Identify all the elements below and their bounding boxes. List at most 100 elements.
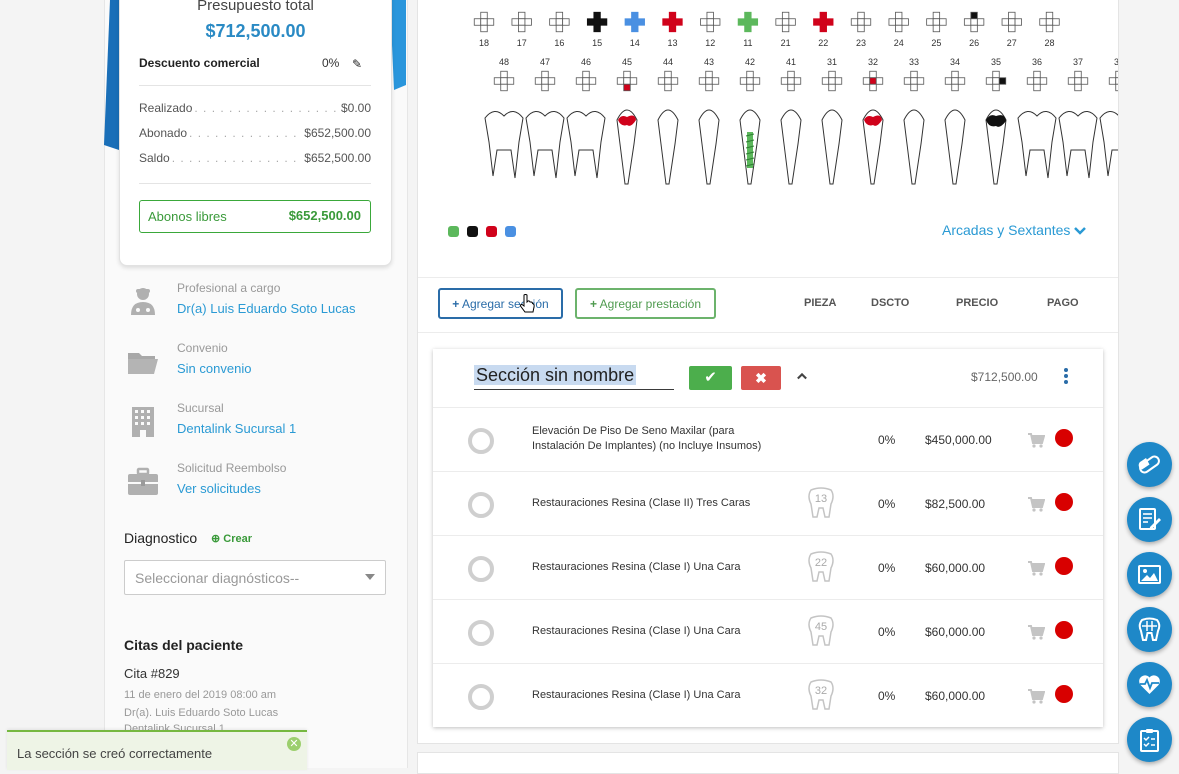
tooth-face[interactable]	[932, 11, 941, 20]
tooth-cell[interactable]	[944, 70, 966, 92]
tooth-cell[interactable]	[903, 70, 925, 92]
tooth-face[interactable]	[555, 18, 564, 26]
tooth-cell[interactable]	[1026, 70, 1048, 92]
tooth-face[interactable]	[524, 18, 532, 26]
tooth-face[interactable]	[781, 11, 790, 20]
tooth-face[interactable]	[582, 83, 590, 92]
fab-checklist[interactable]	[1127, 717, 1172, 762]
tooth-face[interactable]	[631, 24, 639, 33]
tooth-face[interactable]	[932, 18, 941, 26]
tooth-face[interactable]	[992, 83, 1000, 92]
close-icon[interactable]: ✕	[287, 737, 301, 751]
tooth-cell[interactable]	[1067, 70, 1089, 92]
tooth-face[interactable]	[903, 77, 912, 85]
tooth-face[interactable]	[1026, 77, 1035, 85]
tooth-face[interactable]	[1045, 24, 1054, 33]
tooth-face[interactable]	[511, 18, 519, 26]
tooth-face[interactable]	[901, 18, 909, 26]
tooth-face[interactable]	[744, 24, 752, 33]
tooth-face[interactable]	[1033, 77, 1041, 85]
tooth-face[interactable]	[1115, 77, 1118, 85]
tooth-face[interactable]	[944, 77, 953, 85]
fab-medications[interactable]	[1127, 442, 1172, 487]
tooth-face[interactable]	[664, 77, 672, 85]
tooth-face[interactable]	[1008, 11, 1016, 20]
cart-icon[interactable]	[1027, 496, 1045, 512]
tooth-face[interactable]	[819, 24, 827, 33]
tooth-face[interactable]	[473, 18, 482, 26]
tooth-face[interactable]	[555, 24, 564, 33]
tooth-face[interactable]	[826, 18, 834, 26]
tooth-face[interactable]	[828, 70, 836, 79]
tooth-face[interactable]	[963, 18, 972, 26]
tooth-face[interactable]	[575, 77, 584, 85]
tooth-face[interactable]	[631, 11, 639, 20]
tooth-face[interactable]	[957, 77, 966, 85]
tooth-face[interactable]	[951, 83, 959, 92]
tooth-face[interactable]	[1108, 77, 1117, 85]
tooth-face[interactable]	[486, 18, 495, 26]
tooth-face[interactable]	[518, 24, 526, 33]
tooth-face[interactable]	[593, 24, 601, 33]
tooth-face[interactable]	[506, 77, 515, 85]
tooth-face[interactable]	[534, 77, 543, 85]
tooth-face[interactable]	[910, 83, 918, 92]
tooth-face[interactable]	[737, 18, 746, 26]
tooth-face[interactable]	[624, 18, 632, 26]
tooth-cell[interactable]	[624, 11, 645, 33]
tooth-face[interactable]	[992, 77, 1000, 85]
cart-icon[interactable]	[1027, 688, 1045, 704]
tooth-face[interactable]	[1074, 70, 1082, 79]
tooth-cell[interactable]	[780, 70, 802, 92]
tooth-face[interactable]	[781, 24, 790, 33]
tooth-face[interactable]	[998, 77, 1007, 85]
tooth-cell[interactable]	[700, 11, 721, 33]
add-prestacion-button[interactable]: + Agregar prestación	[575, 288, 716, 319]
tooth-face[interactable]	[875, 77, 884, 85]
tooth-face[interactable]	[951, 77, 959, 85]
tooth-face[interactable]	[869, 70, 877, 79]
tooth-face[interactable]	[668, 24, 677, 33]
tooth-face[interactable]	[664, 70, 672, 79]
tooth-face[interactable]	[670, 77, 679, 85]
tooth-cell[interactable]	[813, 11, 834, 33]
tooth-cell[interactable]	[698, 70, 720, 92]
tooth-face[interactable]	[1039, 18, 1047, 26]
tooth-face[interactable]	[1115, 70, 1118, 79]
tooth-face[interactable]	[788, 18, 796, 26]
sucursal-link[interactable]: Dentalink Sucursal 1	[177, 421, 296, 436]
tooth-cell[interactable]	[888, 11, 909, 33]
tooth-face[interactable]	[746, 70, 754, 79]
tooth-face[interactable]	[637, 18, 645, 26]
tooth-face[interactable]	[500, 83, 508, 92]
select-radio[interactable]	[468, 428, 494, 454]
tooth-cell[interactable]	[549, 11, 570, 33]
tooth-cell[interactable]	[739, 70, 761, 92]
tooth-cell[interactable]	[1108, 70, 1118, 92]
more-options-icon[interactable]	[1063, 368, 1069, 386]
select-radio[interactable]	[468, 620, 494, 646]
tooth-face[interactable]	[1074, 77, 1082, 85]
tooth-face[interactable]	[631, 18, 639, 26]
tooth-face[interactable]	[706, 18, 714, 26]
tooth-face[interactable]	[910, 70, 918, 79]
tooth-face[interactable]	[744, 11, 752, 20]
tooth-face[interactable]	[1052, 18, 1060, 26]
tooth-cell[interactable]	[1039, 11, 1060, 33]
pencil-icon[interactable]: ✎	[352, 57, 362, 71]
tooth-face[interactable]	[706, 11, 714, 20]
section-name-input[interactable]: Sección sin nombre	[474, 365, 674, 390]
fab-odontogram[interactable]	[1127, 607, 1172, 652]
crear-diagnostico-link[interactable]: ⊕ Crear	[211, 532, 252, 545]
tooth-face[interactable]	[586, 18, 595, 26]
tooth-face[interactable]	[623, 77, 631, 85]
tooth-face[interactable]	[976, 18, 985, 26]
tooth-face[interactable]	[910, 77, 918, 85]
tooth-face[interactable]	[787, 83, 795, 92]
tooth-face[interactable]	[493, 77, 502, 85]
tooth-face[interactable]	[1008, 18, 1016, 26]
tooth-face[interactable]	[675, 18, 683, 26]
cancel-button[interactable]: ✖	[741, 366, 781, 390]
tooth-cell[interactable]	[534, 70, 556, 92]
ver-solicitudes-link[interactable]: Ver solicitudes	[177, 481, 261, 496]
